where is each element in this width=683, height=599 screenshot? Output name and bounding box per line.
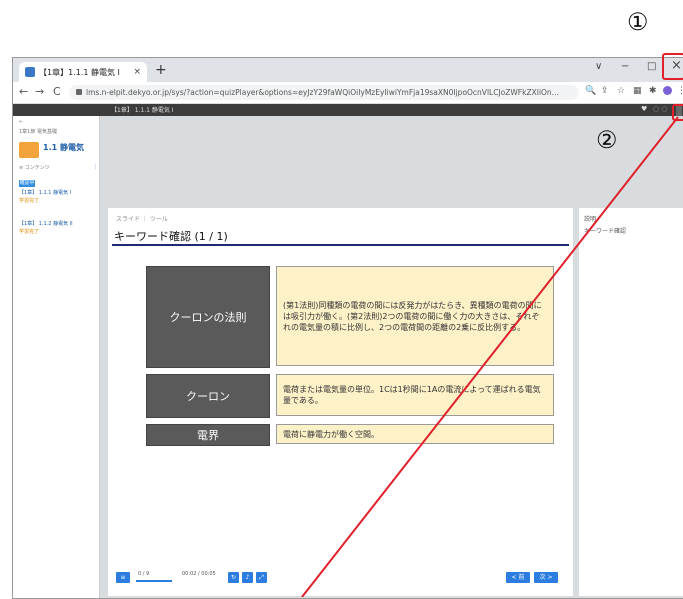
annotation-line <box>301 116 679 597</box>
pointer-line <box>301 116 679 597</box>
